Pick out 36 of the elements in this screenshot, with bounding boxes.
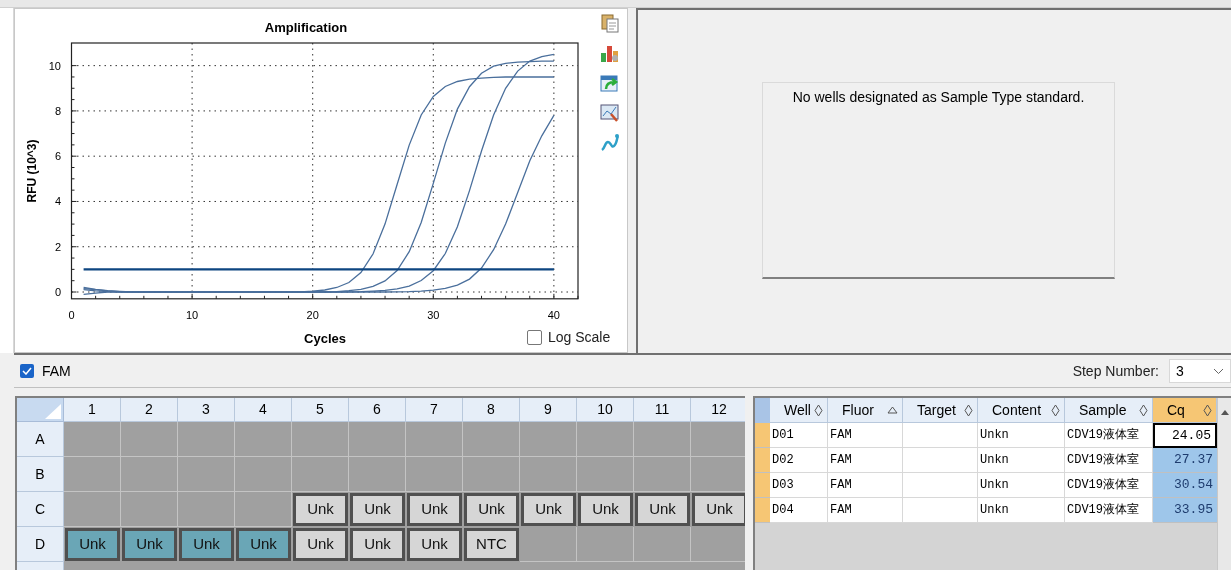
- y-axis-label: RFU (10^3): [25, 139, 39, 203]
- table-cell: CDV19液体室: [1065, 498, 1153, 523]
- table-cell: 24.05: [1153, 423, 1217, 448]
- table-cell: FAM: [828, 448, 903, 473]
- table-cell: Unkn: [978, 448, 1065, 473]
- x-tick-label: 40: [547, 308, 560, 321]
- x-tick-label: 10: [185, 308, 199, 321]
- x-axis-label: Cycles: [304, 331, 346, 346]
- table-cell: CDV19液体室: [1065, 448, 1153, 473]
- y-tick-label: 4: [54, 195, 61, 208]
- table-cell: CDV19液体室: [1065, 473, 1153, 498]
- table-cell: Unkn: [978, 473, 1065, 498]
- step-number-label: Step Number:: [1072, 361, 1159, 381]
- table-cell: CDV19液体室: [1065, 423, 1153, 448]
- table-cell: FAM: [828, 473, 903, 498]
- table-cell: 30.54: [1153, 473, 1217, 498]
- table-cell: FAM: [828, 423, 903, 448]
- table-cell: 27.37: [1153, 448, 1217, 473]
- table-cell: D01: [770, 423, 828, 448]
- y-tick-label: 6: [54, 150, 61, 163]
- empty-state-message: No wells designated as Sample Type standard.: [792, 88, 1085, 107]
- chart-title: Amplification: [264, 20, 348, 35]
- table-cell: 33.95: [1153, 498, 1217, 523]
- y-tick-label: 2: [54, 240, 61, 253]
- table-cell: Unkn: [978, 498, 1065, 523]
- table-cell: FAM: [828, 498, 903, 523]
- y-tick-label: 8: [54, 104, 61, 117]
- x-tick-label: 30: [427, 308, 440, 321]
- x-tick-label: 0: [68, 308, 75, 321]
- y-tick-label: 10: [48, 59, 61, 72]
- y-tick-label: 0: [54, 286, 61, 298]
- table-cell: Unkn: [978, 423, 1065, 448]
- table-cell: D03: [770, 473, 828, 498]
- x-tick-label: 20: [306, 308, 319, 321]
- table-cell: D02: [770, 448, 828, 473]
- table-cell: D04: [770, 498, 828, 523]
